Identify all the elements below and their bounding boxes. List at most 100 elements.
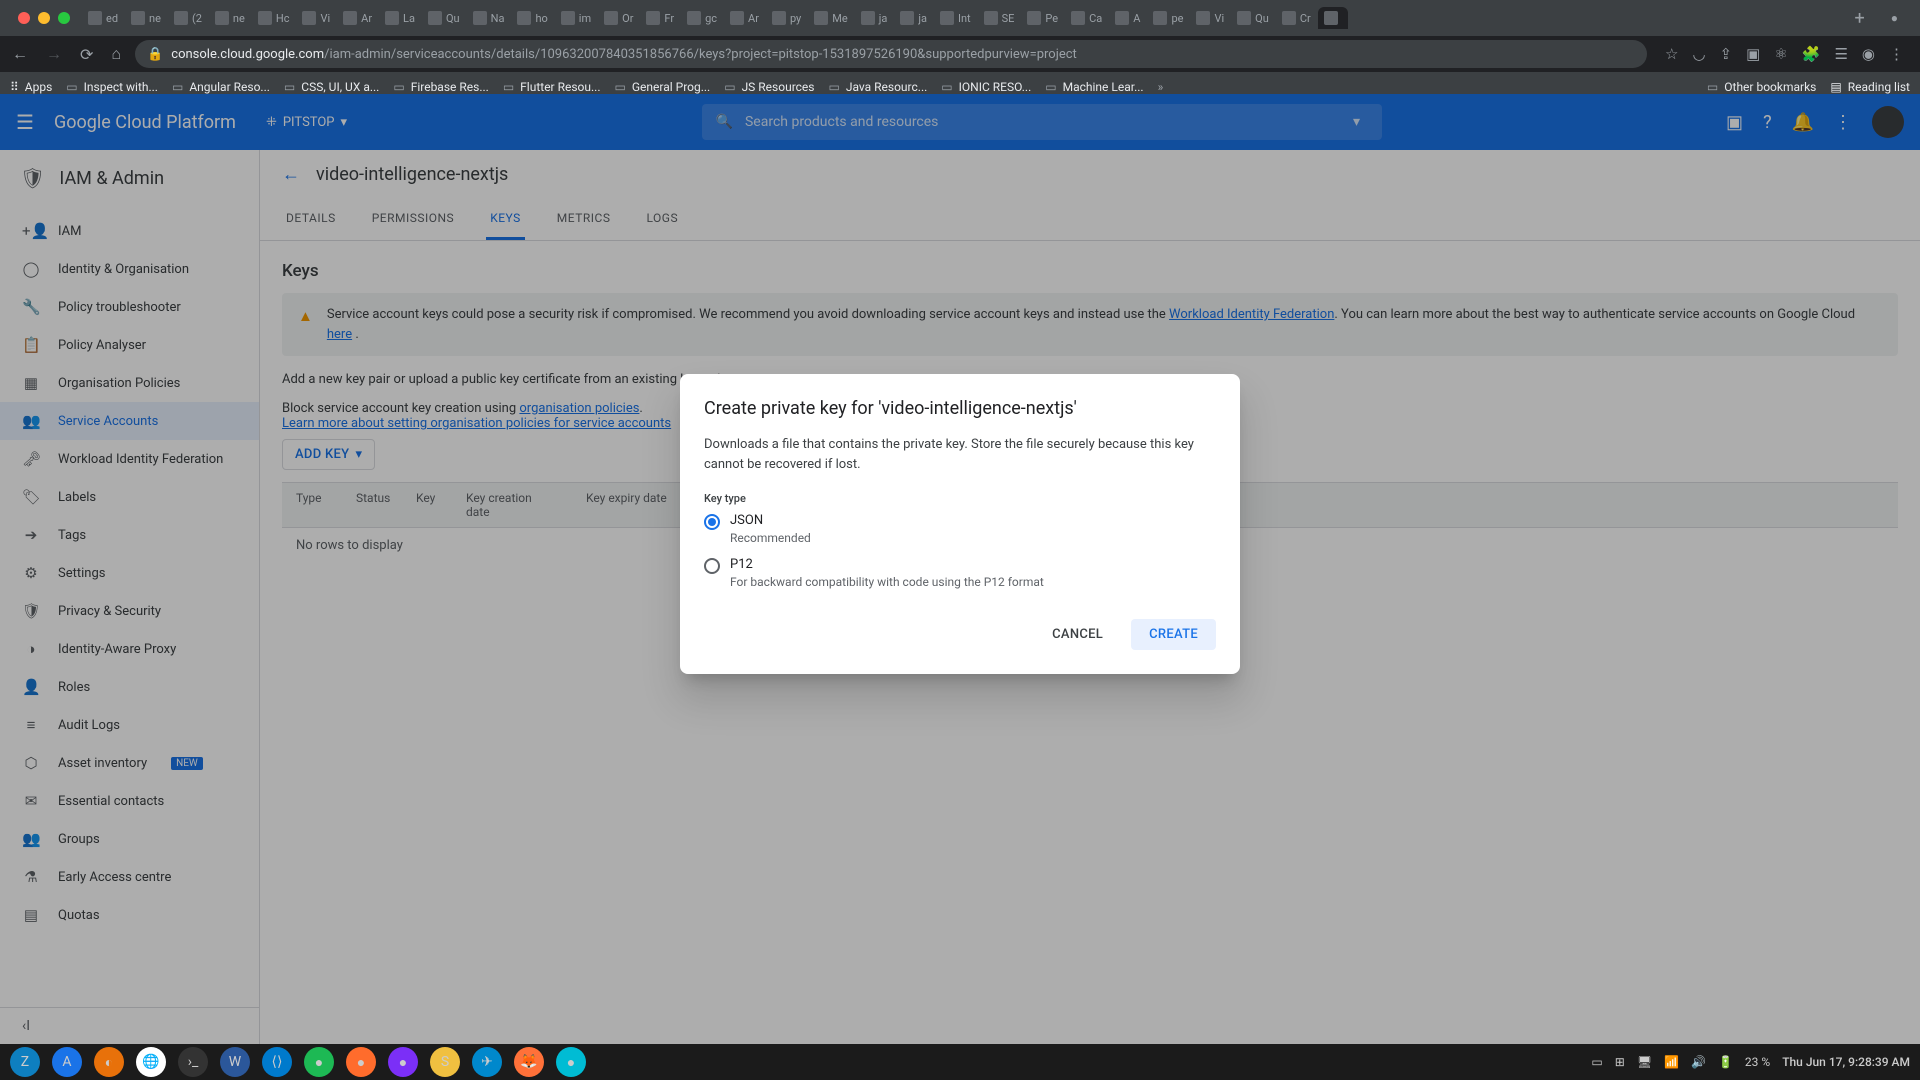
radio-json-input[interactable] <box>704 514 720 530</box>
tray-icon-2[interactable]: ⊞ <box>1615 1055 1625 1069</box>
browser-tab[interactable]: ed <box>82 7 124 29</box>
tray-battery-icon[interactable]: 🔋 <box>1718 1055 1733 1069</box>
pocket-icon[interactable]: ◡ <box>1692 45 1705 63</box>
browser-tab[interactable]: py <box>766 7 807 29</box>
folder-icon: ▭ <box>284 80 295 94</box>
bookmark-item[interactable]: ▭Machine Lear... <box>1045 80 1143 94</box>
browser-tab[interactable]: Na <box>467 7 511 29</box>
browser-tab[interactable]: gc <box>681 7 723 29</box>
window-max-icon[interactable] <box>58 12 70 24</box>
browser-tab[interactable]: SE <box>978 7 1021 29</box>
window-controls[interactable] <box>8 12 80 24</box>
tray-wifi-icon[interactable]: 📶 <box>1664 1055 1679 1069</box>
dialog-title: Create private key for 'video-intelligen… <box>704 398 1216 419</box>
nav-home-button[interactable]: ⌂ <box>107 40 125 68</box>
nav-reload-button[interactable]: ⟳ <box>76 41 97 68</box>
bookmarks-overflow-icon[interactable]: » <box>1158 80 1164 94</box>
bookmark-item[interactable]: ▭Java Resourc... <box>829 80 928 94</box>
tb-app-3[interactable]: ◐ <box>94 1047 124 1077</box>
browser-tab[interactable]: pe <box>1147 7 1189 29</box>
tb-chrome[interactable]: 🌐 <box>136 1047 166 1077</box>
nav-forward-button[interactable]: → <box>42 40 66 68</box>
browser-tab[interactable]: ho <box>511 7 553 29</box>
browser-tab[interactable]: Ca <box>1065 7 1108 29</box>
tray-volume-icon[interactable]: 🔊 <box>1691 1055 1706 1069</box>
react-icon[interactable]: ⚛ <box>1774 45 1787 63</box>
browser-tab[interactable]: ne <box>125 7 167 29</box>
new-tab-button[interactable]: + <box>1845 8 1875 29</box>
tb-app-5[interactable]: ● <box>304 1047 334 1077</box>
browser-tab[interactable]: ja <box>855 7 894 29</box>
tb-vscode[interactable]: ⟨⟩ <box>262 1047 292 1077</box>
record-icon[interactable]: ● <box>1891 11 1898 25</box>
bookmark-item[interactable]: ▭JS Resources <box>724 80 814 94</box>
tb-app-7[interactable]: ● <box>388 1047 418 1077</box>
browser-tab[interactable]: Or <box>598 7 639 29</box>
tb-telegram[interactable]: ✈ <box>472 1047 502 1077</box>
tb-app-6[interactable]: ● <box>346 1047 376 1077</box>
radio-p12-input[interactable] <box>704 558 720 574</box>
reading-list[interactable]: ▤Reading list <box>1830 80 1910 94</box>
bookmark-apps[interactable]: ⠿Apps <box>10 80 52 94</box>
tb-app-4[interactable]: W <box>220 1047 250 1077</box>
list-icon[interactable]: ☰ <box>1834 45 1847 63</box>
kebab-icon[interactable]: ⋮ <box>1889 45 1904 63</box>
browser-tab[interactable]: La <box>379 7 421 29</box>
window-min-icon[interactable] <box>38 12 50 24</box>
tray-screen-icon[interactable]: 🖥 <box>1637 1055 1652 1069</box>
tb-app-1[interactable]: Z <box>10 1047 40 1077</box>
browser-tab[interactable]: Ar <box>724 7 765 29</box>
tb-firefox[interactable]: 🦊 <box>514 1047 544 1077</box>
bookmark-item[interactable]: ▭Inspect with... <box>66 80 158 94</box>
other-bookmarks[interactable]: ▭Other bookmarks <box>1707 80 1816 94</box>
browser-tab[interactable]: im <box>555 7 597 29</box>
bookmark-item[interactable]: ▭Firebase Res... <box>393 80 488 94</box>
profile-icon[interactable]: ◉ <box>1862 45 1875 63</box>
browser-tab[interactable]: Int <box>934 7 977 29</box>
browser-tab[interactable]: Qu <box>422 7 466 29</box>
folder-icon: ▭ <box>66 80 77 94</box>
bookmark-item[interactable]: ▭Flutter Resou... <box>503 80 601 94</box>
browser-tab[interactable]: Hc <box>252 7 296 29</box>
ext-icon[interactable]: ▣ <box>1746 45 1760 63</box>
window-close-icon[interactable] <box>18 12 30 24</box>
folder-icon: ▭ <box>393 80 404 94</box>
tb-app-8[interactable]: S <box>430 1047 460 1077</box>
bookmark-item[interactable]: ▭General Prog... <box>615 80 711 94</box>
nav-back-button[interactable]: ← <box>8 40 32 68</box>
tray-battery-text: 23 % <box>1745 1055 1770 1069</box>
create-button[interactable]: CREATE <box>1131 619 1216 650</box>
browser-tab[interactable]: Vi <box>1190 7 1230 29</box>
tray-clock[interactable]: Thu Jun 17, 9:28:39 AM <box>1782 1055 1910 1069</box>
tray-icon-1[interactable]: ▭ <box>1591 1055 1602 1069</box>
browser-tab[interactable] <box>1318 7 1348 29</box>
bookmark-item[interactable]: ▭IONIC RESO... <box>941 80 1031 94</box>
browser-tab[interactable]: Me <box>808 7 853 29</box>
browser-tab[interactable]: ne <box>209 7 251 29</box>
browser-tab[interactable]: (2 <box>168 7 208 29</box>
radio-json[interactable]: JSON Recommended <box>704 513 1216 545</box>
modal-scrim[interactable]: Create private key for 'video-intelligen… <box>0 94 1920 1044</box>
url-text: console.cloud.google.com/iam-admin/servi… <box>171 47 1077 62</box>
tb-terminal[interactable]: ›_ <box>178 1047 208 1077</box>
browser-tab[interactable]: Cr <box>1276 7 1317 29</box>
browser-tab[interactable]: Vi <box>296 7 336 29</box>
url-bar[interactable]: 🔒 console.cloud.google.com/iam-admin/ser… <box>135 40 1647 68</box>
star-icon[interactable]: ☆ <box>1665 45 1678 63</box>
radio-p12[interactable]: P12 For backward compatibility with code… <box>704 557 1216 589</box>
browser-tab[interactable]: Pe <box>1021 7 1064 29</box>
tb-app-9[interactable]: ● <box>556 1047 586 1077</box>
bookmark-item[interactable]: ▭CSS, UI, UX a... <box>284 80 379 94</box>
puzzle-icon[interactable]: 🧩 <box>1802 45 1821 63</box>
browser-tab[interactable]: Ar <box>337 7 378 29</box>
cancel-button[interactable]: CANCEL <box>1034 619 1121 650</box>
browser-tab[interactable]: ja <box>894 7 933 29</box>
tb-app-2[interactable]: A <box>52 1047 82 1077</box>
browser-tab[interactable]: Fr <box>640 7 680 29</box>
folder-icon: ▭ <box>1707 80 1718 94</box>
radio-json-hint: Recommended <box>730 531 811 545</box>
browser-tab[interactable]: Qu <box>1231 7 1275 29</box>
share-icon[interactable]: ⇪ <box>1720 45 1733 63</box>
browser-tab[interactable]: A <box>1109 7 1146 29</box>
bookmark-item[interactable]: ▭Angular Reso... <box>172 80 270 94</box>
